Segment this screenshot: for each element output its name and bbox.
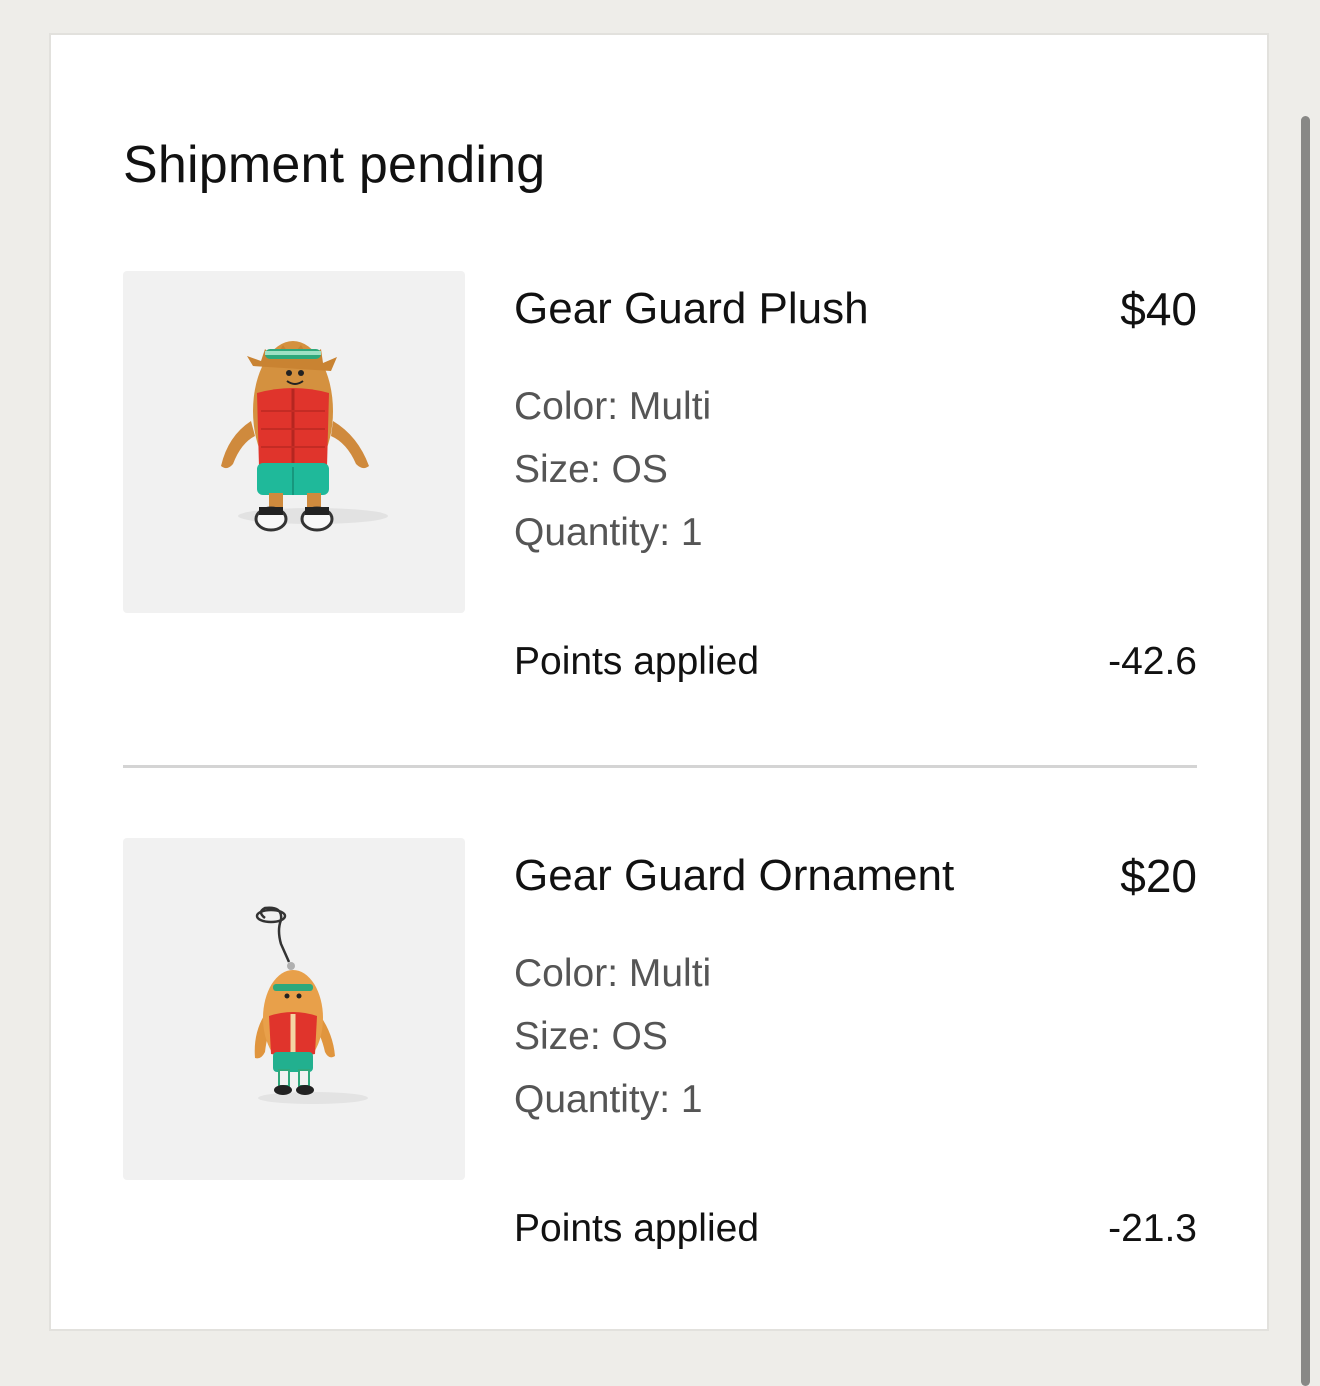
item-divider: [123, 765, 1197, 768]
points-applied-label: Points applied: [514, 1207, 760, 1250]
points-applied-value: -42.6: [1108, 640, 1197, 683]
product-name[interactable]: Gear Guard Plush: [514, 283, 869, 335]
section-title: Shipment pending: [123, 136, 546, 194]
product-size: Size: OS: [514, 448, 668, 491]
product-image[interactable]: [123, 271, 465, 613]
plush-figure-image: [221, 341, 388, 532]
product-quantity: Quantity: 1: [514, 1078, 703, 1121]
points-applied-label: Points applied: [514, 640, 760, 683]
shipment-card: Shipment pending Gear Guard Plush $40 Co…: [49, 33, 1269, 1331]
product-price: $20: [1120, 850, 1197, 902]
order-item[interactable]: Gear Guard Ornament $20 Color: Multi Siz…: [123, 838, 1197, 1258]
product-color: Color: Multi: [514, 385, 712, 428]
product-price: $40: [1120, 283, 1197, 335]
ornament-figure-image: [254, 906, 368, 1104]
order-item[interactable]: Gear Guard Plush $40 Color: Multi Size: …: [123, 271, 1197, 691]
page-scrollbar[interactable]: [1301, 116, 1310, 1386]
product-color: Color: Multi: [514, 952, 712, 995]
points-applied-value: -21.3: [1108, 1207, 1197, 1250]
product-size: Size: OS: [514, 1015, 668, 1058]
product-name[interactable]: Gear Guard Ornament: [514, 850, 954, 902]
product-image[interactable]: [123, 838, 465, 1180]
product-quantity: Quantity: 1: [514, 511, 703, 554]
